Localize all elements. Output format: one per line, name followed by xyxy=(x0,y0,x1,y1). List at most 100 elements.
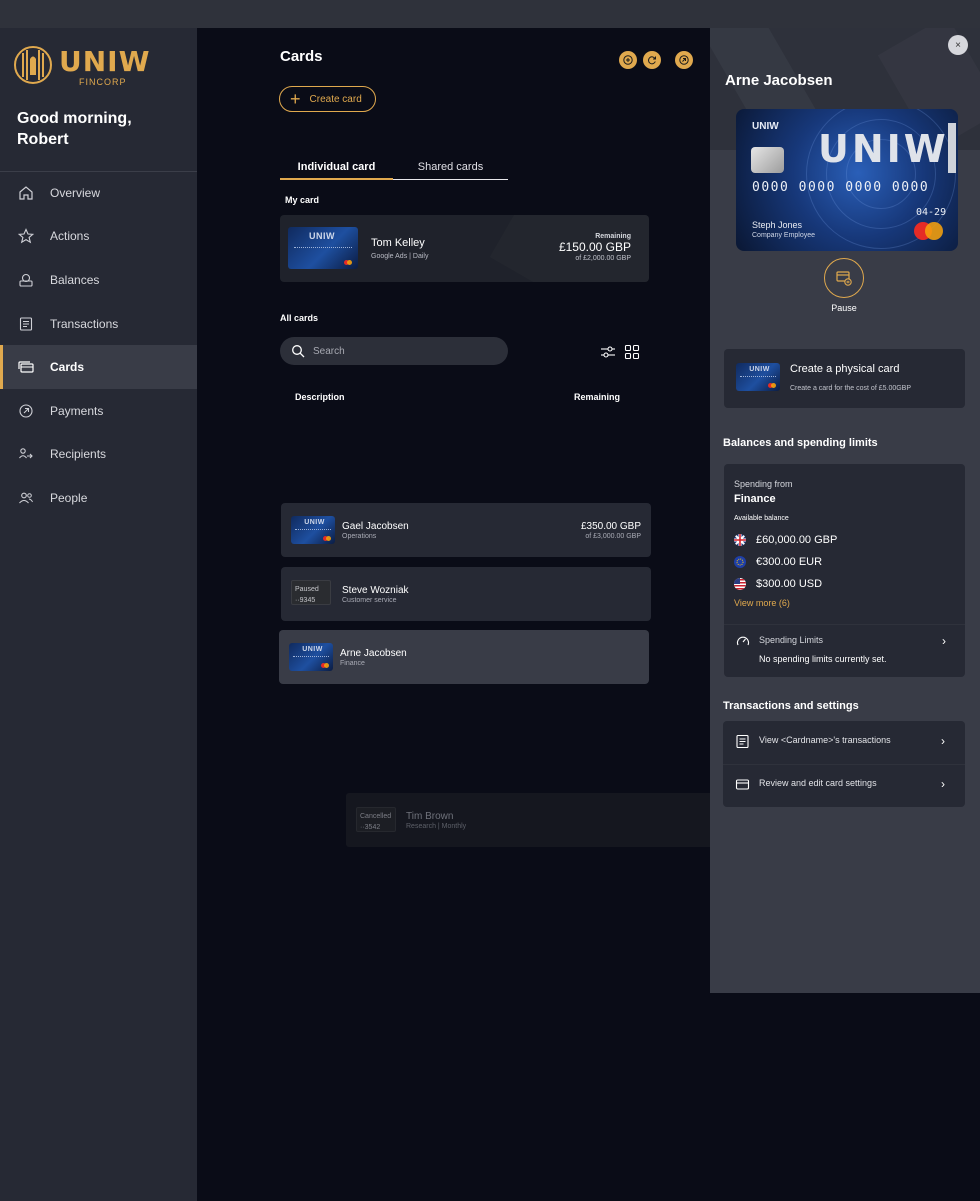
panel-title: Arne Jacobsen xyxy=(725,72,833,89)
sidebar-item-label: Actions xyxy=(50,229,90,244)
card-thumbnail-logo: UNIW xyxy=(302,645,323,653)
brand-sub: FINCORP xyxy=(79,77,127,87)
card-number-dots xyxy=(294,529,332,531)
cancelled-card-thumbnail: Cancelled ··3542 xyxy=(356,807,396,832)
star-icon xyxy=(17,228,35,244)
sidebar-item-actions[interactable]: Actions xyxy=(0,215,197,259)
card-holder-name: Tim Brown xyxy=(406,811,454,822)
sidebar-item-label: People xyxy=(50,490,88,505)
balance-amount: $300.00 USD xyxy=(756,578,823,590)
my-card-row[interactable]: UNIW Tom Kelley Google Ads | Daily Remai… xyxy=(280,215,649,282)
grid-view-icon[interactable] xyxy=(624,344,640,360)
spending-limits-text: No spending limits currently set. xyxy=(759,654,887,664)
balance-row-usd: $300.00 USD xyxy=(734,578,822,590)
create-physical-card-button[interactable]: UNIW Create a physical card Create a car… xyxy=(724,349,965,408)
search-input[interactable]: Search xyxy=(280,337,508,365)
mastercard-icon xyxy=(323,536,332,542)
remaining-amount: £350.00 GBP xyxy=(580,521,641,532)
card-number-dots xyxy=(292,656,330,658)
sidebar-item-overview[interactable]: Overview xyxy=(0,171,197,215)
card-status: Cancelled xyxy=(360,813,392,820)
card-icon xyxy=(735,779,750,790)
card-description: Google Ads | Daily xyxy=(371,253,429,260)
recipients-icon xyxy=(18,446,34,462)
balance-row-eur: €300.00 EUR xyxy=(734,556,822,568)
sidebar-nav: Overview Actions Balances Transactions C… xyxy=(0,171,197,520)
table-row-selected[interactable]: UNIW Arne Jacobsen Finance xyxy=(279,630,649,684)
card-settings-button[interactable]: Review and edit card settings › xyxy=(723,764,965,806)
create-card-button[interactable]: + Create card xyxy=(279,86,376,112)
sidebar-item-balances[interactable]: Balances xyxy=(0,258,197,302)
card-thumbnail: UNIW xyxy=(289,643,333,671)
cards-icon xyxy=(18,359,34,375)
balance-amount: £60,000.00 GBP xyxy=(756,534,838,546)
table-row[interactable]: UNIW Gael Jacobsen Operations £350.00 GB… xyxy=(281,503,651,557)
tab-individual-card[interactable]: Individual card xyxy=(280,155,393,180)
view-more-link[interactable]: View more (6) xyxy=(734,598,790,608)
table-row[interactable]: Paused ··9345 Steve Wozniak Customer ser… xyxy=(281,567,651,621)
mastercard-icon xyxy=(768,383,777,389)
column-header-description[interactable]: Description xyxy=(295,392,345,402)
search-icon xyxy=(292,345,305,358)
mastercard-icon xyxy=(344,259,353,265)
column-header-remaining[interactable]: Remaining xyxy=(574,392,620,402)
card-holder-name: Tom Kelley xyxy=(371,237,425,249)
pause-button[interactable] xyxy=(824,258,864,298)
logo-mark-icon xyxy=(13,45,53,85)
card-tabs: Individual card Shared cards xyxy=(280,155,508,180)
sidebar-item-payments[interactable]: Payments xyxy=(0,389,197,433)
coins-icon xyxy=(18,272,34,288)
card-last4: ··3542 xyxy=(360,824,381,831)
brand-logo[interactable]: UNIW FINCORP xyxy=(13,45,149,90)
sidebar-item-label: Balances xyxy=(50,272,100,287)
card-description: Research | Monthly xyxy=(406,823,467,830)
close-button[interactable]: × xyxy=(948,35,968,55)
sidebar-item-recipients[interactable]: Recipients xyxy=(0,433,197,477)
chevron-right-icon: › xyxy=(942,634,946,648)
card-logo: UNIW xyxy=(818,127,949,171)
add-funds-button[interactable] xyxy=(619,51,637,69)
sidebar-item-people[interactable]: People xyxy=(0,476,197,520)
card-number: 0000 0000 0000 0000 xyxy=(752,180,930,195)
card-thumbnail: UNIW xyxy=(288,227,358,269)
sidebar-item-transactions[interactable]: Transactions xyxy=(0,302,197,346)
paused-card-thumbnail: Paused ··9345 xyxy=(291,580,331,605)
filter-icon[interactable] xyxy=(600,344,616,360)
window-top-bar xyxy=(0,0,980,28)
send-icon xyxy=(679,55,689,65)
cancelled-card-row[interactable]: Cancelled ··3542 Tim Brown Research | Mo… xyxy=(346,793,714,847)
card-description: Customer service xyxy=(342,597,397,604)
card-expiry: 04-29 xyxy=(916,207,947,218)
card-settings-label: Review and edit card settings xyxy=(759,778,877,788)
balances-card: Spending from Finance Available balance … xyxy=(724,464,965,677)
card-number-dots xyxy=(739,376,777,378)
available-balance-label: Available balance xyxy=(734,515,789,522)
remaining-limit: of £3,000.00 GBP xyxy=(585,533,641,540)
spending-limits-row[interactable]: Spending Limits No spending limits curre… xyxy=(724,626,965,671)
physical-card-subtitle: Create a card for the cost of £5.00GBP xyxy=(790,385,912,392)
page-title: Cards xyxy=(280,48,323,65)
card-description: Operations xyxy=(342,533,377,540)
card-holder-name: Arne Jacobsen xyxy=(340,648,407,659)
card-thumbnail: UNIW xyxy=(736,363,780,391)
card-holder-role: Company Employee xyxy=(752,232,816,239)
send-money-button[interactable] xyxy=(675,51,693,69)
brand-name: UNIW xyxy=(59,45,151,78)
spending-from-account: Finance xyxy=(734,493,776,505)
exchange-button[interactable] xyxy=(643,51,661,69)
all-cards-label: All cards xyxy=(280,313,319,323)
view-transactions-button[interactable]: View <Cardname>'s transactions › xyxy=(723,721,965,763)
mastercard-icon-overlap xyxy=(925,222,943,240)
search-placeholder: Search xyxy=(313,345,345,357)
sidebar-item-cards[interactable]: Cards xyxy=(0,345,197,389)
pause-label: Pause xyxy=(831,303,857,313)
sidebar-item-label: Cards xyxy=(50,360,85,375)
divider xyxy=(724,624,965,625)
transactions-settings-heading: Transactions and settings xyxy=(723,700,859,712)
tab-shared-cards[interactable]: Shared cards xyxy=(393,155,508,180)
chip-icon xyxy=(751,147,784,173)
chevron-right-icon: › xyxy=(941,734,945,748)
my-card-label: My card xyxy=(285,195,320,205)
sidebar-item-label: Overview xyxy=(50,185,101,200)
spending-from-label: Spending from xyxy=(734,479,793,489)
